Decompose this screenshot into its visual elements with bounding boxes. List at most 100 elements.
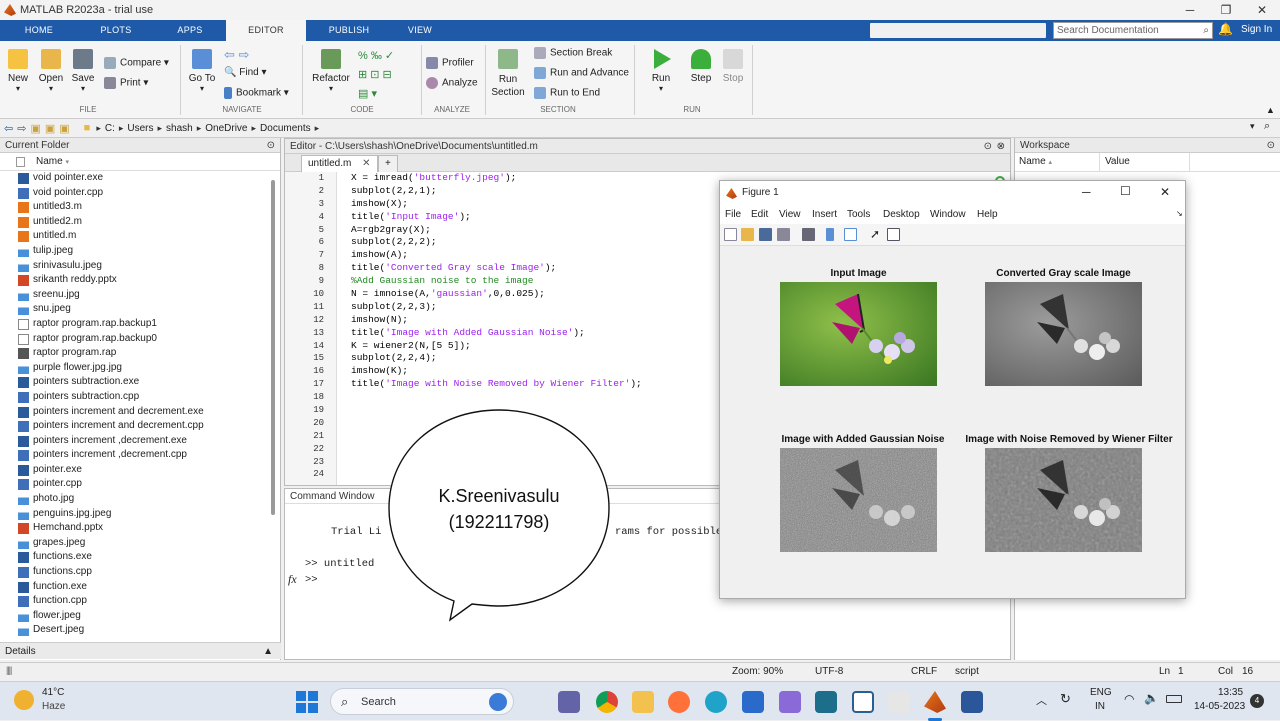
colorbar-icon[interactable] xyxy=(826,228,834,241)
word-icon[interactable] xyxy=(961,691,983,713)
clock-time[interactable]: 13:35 xyxy=(1218,687,1243,698)
name-column-header[interactable]: Name xyxy=(1019,156,1046,167)
sync-icon[interactable]: ↻ xyxy=(1060,691,1071,707)
noisy-image[interactable] xyxy=(780,448,937,552)
breadcrumb-users[interactable]: Users xyxy=(127,123,153,134)
code-line[interactable]: title('Image with Added Gaussian Noise')… xyxy=(351,327,642,340)
file-item[interactable]: untitled.m xyxy=(0,229,280,244)
file-item[interactable]: Hemchand.pptx xyxy=(0,521,280,536)
notification-badge[interactable]: 4 xyxy=(1250,694,1264,708)
taskbar-search[interactable]: ⌕ Search xyxy=(330,688,514,715)
file-item[interactable]: raptor program.rap xyxy=(0,346,280,361)
quick-access-toolbar[interactable] xyxy=(870,23,1046,38)
bookmark-button[interactable]: Bookmark ▾ xyxy=(224,87,289,99)
file-item[interactable]: pointer.cpp xyxy=(0,477,280,492)
code-line[interactable]: title('Input Image'); xyxy=(351,211,642,224)
file-item[interactable]: pointers subtraction.cpp xyxy=(0,390,280,405)
menu-view[interactable]: View xyxy=(779,209,801,220)
file-item[interactable]: raptor program.rap.backup1 xyxy=(0,317,280,332)
file-item[interactable]: pointers increment and decrement.exe xyxy=(0,405,280,420)
copilot-icon[interactable] xyxy=(779,691,801,713)
new-figure-icon[interactable] xyxy=(724,228,737,241)
breadcrumb-drive[interactable]: C: xyxy=(105,123,115,134)
menu-file[interactable]: File xyxy=(725,209,741,220)
eol-status[interactable]: CRLF xyxy=(911,666,937,677)
window-app-icon[interactable] xyxy=(852,691,874,713)
close-tab-icon[interactable]: ✕ xyxy=(362,158,370,169)
file-item[interactable]: pointers subtraction.exe xyxy=(0,375,280,390)
file-item[interactable]: pointer.exe xyxy=(0,463,280,478)
close-editor-icon[interactable]: ⊗ xyxy=(997,139,1005,154)
back-forward-buttons[interactable]: ⇦ ⇨ xyxy=(224,47,249,63)
file-item[interactable]: function.exe xyxy=(0,580,280,595)
battery-icon[interactable] xyxy=(1166,695,1182,703)
property-editor-icon[interactable] xyxy=(887,228,900,241)
file-item[interactable]: raptor program.rap.backup0 xyxy=(0,332,280,347)
file-item[interactable]: grapes.jpeg xyxy=(0,536,280,551)
address-dropdown-icon[interactable]: ▾ xyxy=(1250,121,1255,132)
file-item[interactable]: snu.jpeg xyxy=(0,302,280,317)
code-line[interactable]: subplot(2,2,1); xyxy=(351,185,642,198)
breadcrumb-documents[interactable]: Documents xyxy=(260,123,311,134)
weather-temp[interactable]: 41°C xyxy=(42,687,64,698)
tab-publish[interactable]: PUBLISH xyxy=(306,20,392,41)
file-item[interactable]: void pointer.cpp xyxy=(0,186,280,201)
file-item[interactable]: pointers increment ,decrement.exe xyxy=(0,434,280,449)
menu-help[interactable]: Help xyxy=(977,209,998,220)
matlab-taskbar-icon[interactable] xyxy=(924,691,946,713)
file-item[interactable]: photo.jpg xyxy=(0,492,280,507)
defender-icon[interactable] xyxy=(742,691,764,713)
wiener-filtered-image[interactable] xyxy=(985,448,1142,552)
menu-tools[interactable]: Tools xyxy=(847,209,870,220)
search-documentation-input[interactable]: Search Documentation ⌕ xyxy=(1053,22,1213,39)
new-tab-button[interactable]: + xyxy=(378,155,398,172)
code-tools-grid[interactable]: % ‰ ✓ ⊞ ⊡ ⊟ ▤ ▾ xyxy=(358,47,416,104)
tab-untitled-m[interactable]: untitled.m ✕ xyxy=(301,155,378,172)
goto-button[interactable]: Go To ▾ xyxy=(186,49,218,93)
encoding-status[interactable]: UTF-8 xyxy=(815,666,843,677)
browse-folder-icon[interactable]: ▣ xyxy=(45,122,55,135)
figure-close-button[interactable]: ✕ xyxy=(1160,185,1170,199)
tab-view[interactable]: VIEW xyxy=(392,20,448,41)
section-break-button[interactable]: Section Break xyxy=(534,47,612,59)
code-line[interactable]: imshow(A); xyxy=(351,249,642,262)
tab-apps[interactable]: APPS xyxy=(154,20,226,41)
parent-folder-icon[interactable]: ▣ xyxy=(59,122,69,135)
panel-menu-icon[interactable]: ⊙ xyxy=(1267,138,1275,153)
breadcrumb-shash[interactable]: shash xyxy=(166,123,193,134)
code-line[interactable]: subplot(2,2,4); xyxy=(351,352,642,365)
code-line[interactable]: imshow(K); xyxy=(351,365,642,378)
input-image[interactable] xyxy=(780,282,937,386)
back-icon[interactable]: ⇦ xyxy=(4,122,13,135)
file-item[interactable]: functions.exe xyxy=(0,550,280,565)
forward-icon[interactable]: ⇨ xyxy=(17,122,26,135)
zoom-status[interactable]: Zoom: 90% xyxy=(732,666,783,677)
code-line[interactable]: title('Converted Gray scale Image'); xyxy=(351,262,642,275)
store-icon[interactable] xyxy=(815,691,837,713)
file-explorer-icon[interactable] xyxy=(632,691,654,713)
code-line[interactable]: A=rgb2gray(X); xyxy=(351,224,642,237)
file-item[interactable]: pointers increment ,decrement.cpp xyxy=(0,448,280,463)
open-file-icon[interactable] xyxy=(741,228,754,241)
menu-window[interactable]: Window xyxy=(930,209,966,220)
compare-button[interactable]: Compare ▾ xyxy=(104,57,169,69)
analyze-button[interactable]: Analyze xyxy=(426,77,478,89)
save-button[interactable]: Save ▾ xyxy=(71,49,95,93)
tab-home[interactable]: HOME xyxy=(0,20,78,41)
file-item[interactable]: untitled3.m xyxy=(0,200,280,215)
search-folder-icon[interactable]: ⌕ xyxy=(1264,120,1270,133)
start-button[interactable] xyxy=(296,691,318,713)
up-folder-icon[interactable]: ▣ xyxy=(30,122,40,135)
wifi-icon[interactable]: ◠ xyxy=(1124,692,1134,706)
dock-icon[interactable]: ↘ xyxy=(1176,209,1183,218)
bell-icon[interactable]: 🔔 xyxy=(1218,22,1233,36)
converted-gray-image[interactable] xyxy=(985,282,1142,386)
pointer-icon[interactable]: ➚ xyxy=(870,228,883,241)
link-plot-icon[interactable] xyxy=(802,228,815,241)
language-2[interactable]: IN xyxy=(1095,701,1105,712)
profiler-button[interactable]: Profiler xyxy=(426,57,474,69)
file-item[interactable]: void pointer.exe xyxy=(0,171,280,186)
panel-menu-icon[interactable]: ⊙ xyxy=(984,139,992,154)
file-item[interactable]: srikanth reddy.pptx xyxy=(0,273,280,288)
run-and-advance-button[interactable]: Run and Advance xyxy=(534,67,629,79)
